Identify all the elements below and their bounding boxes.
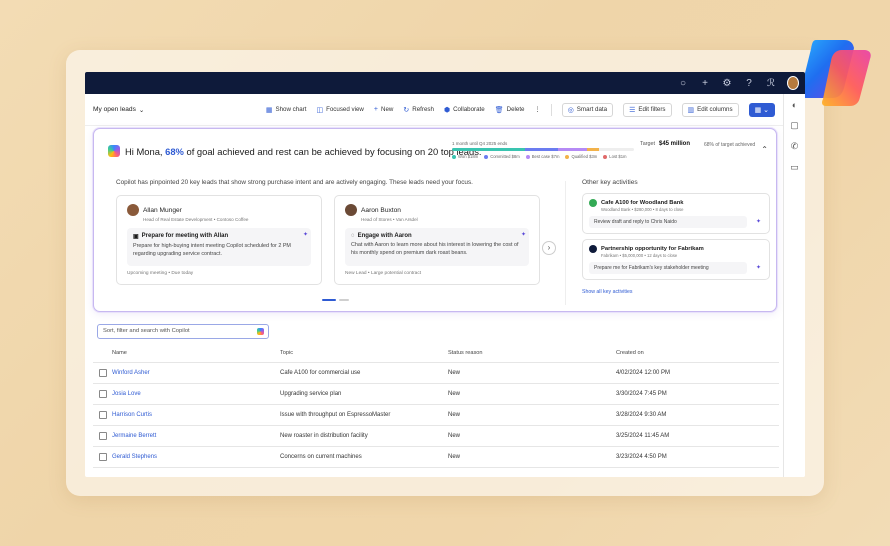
chat-icon[interactable]: ▭ [790, 162, 799, 173]
next-arrow-button[interactable]: › [542, 241, 556, 255]
crm-app-window: ○ + ⚙ ? ℛ My open leads ⌄ ▦ Show chart ◫ Fo… [85, 72, 805, 477]
column-header-status[interactable]: Status reason [448, 350, 616, 356]
row-checkbox[interactable] [99, 411, 107, 419]
lead-card[interactable]: Allan Munger Head of Real Estate Develop… [116, 195, 322, 285]
goal-progress: 1 month until Q4 2025 ends Won $18m Comm… [452, 141, 634, 159]
sparkle-icon: ✦ [520, 232, 526, 238]
refresh-button[interactable]: ↻ Refresh [403, 106, 434, 114]
chat-icon: ◌ [351, 233, 355, 239]
activity-card[interactable]: Partnership opportunity for Fabrikam Fab… [582, 239, 770, 280]
divider [565, 181, 566, 305]
filter-icon: ☰ [629, 106, 636, 114]
sparkle-icon: ✦ [755, 265, 761, 271]
columns-icon: ▥ [687, 106, 695, 114]
other-activities-heading: Other key activities [582, 179, 638, 186]
command-bar: My open leads ⌄ ▦ Show chart ◫ Focused view… [85, 94, 783, 126]
target-percent: 68% of target achieved [704, 142, 756, 148]
copilot-icon [108, 145, 120, 157]
help-icon[interactable]: ? [743, 78, 755, 89]
assist-icon[interactable]: ℛ [765, 78, 777, 89]
activity-action[interactable]: Review draft and reply to Chris Naido [589, 216, 747, 228]
smart-data-icon: ◎ [567, 106, 574, 114]
top-navigation-bar: ○ + ⚙ ? ℛ [85, 72, 805, 94]
chevron-down-icon: ⌄ [138, 106, 145, 114]
separator [550, 103, 552, 116]
new-button[interactable]: + New [374, 106, 393, 113]
calendar-icon: ▣ [133, 234, 139, 240]
focus-icon: ◫ [316, 106, 324, 114]
copilot-greeting: Hi Mona, 68% of goal achieved and rest c… [108, 145, 482, 157]
activity-icon [589, 199, 597, 207]
copilot-description: Copilot has pinpointed 20 key leads that… [116, 179, 473, 186]
carousel-dots [322, 299, 349, 301]
copilot-search-input[interactable]: Sort, filter and search with Copilot [97, 324, 269, 339]
activity-icon [589, 245, 597, 253]
more-options-icon[interactable]: ⋮ [535, 106, 541, 113]
lead-action[interactable]: ✦ ◌ Engage with Aaron Chat with Aaron to … [345, 228, 529, 266]
row-checkbox[interactable] [99, 453, 107, 461]
sparkle-icon: ✦ [755, 219, 761, 225]
copilot-logo-icon [800, 40, 871, 106]
chart-icon: ▦ [265, 106, 273, 114]
progress-bar [452, 148, 634, 151]
delete-button[interactable]: 🗑 Delete [495, 106, 525, 114]
notes-icon[interactable]: ▢ [790, 120, 799, 131]
table-row[interactable]: Josia Love Upgrading service plan New 3/30/… [93, 384, 779, 405]
lightbulb-icon[interactable]: ○ [677, 78, 689, 89]
smart-data-button[interactable]: ◎ Smart data [561, 102, 614, 117]
refresh-icon: ↻ [403, 106, 410, 114]
progress-caption: 1 month until Q4 2025 ends [452, 141, 508, 146]
column-header-topic[interactable]: Topic [280, 350, 448, 356]
user-avatar[interactable] [787, 76, 799, 90]
target-value: Target $45 million [640, 141, 690, 147]
view-selector[interactable]: My open leads ⌄ [93, 106, 144, 114]
edit-filters-button[interactable]: ☰ Edit filters [623, 102, 672, 117]
collaborate-button[interactable]: ⬢ Collaborate [444, 106, 485, 114]
plus-icon: + [373, 106, 378, 113]
show-all-activities-link[interactable]: Show all key activities [582, 289, 632, 295]
table-row[interactable]: Harrison Curtis Issue with throughput on … [93, 405, 779, 426]
column-header-created[interactable]: Created on [616, 350, 766, 356]
row-checkbox[interactable] [99, 369, 107, 377]
table-header: Name Topic Status reason Created on [93, 344, 779, 363]
table-row[interactable]: Winford Asher Cafe A100 for commercial us… [93, 363, 779, 384]
leads-table: Name Topic Status reason Created on Winf… [93, 344, 779, 468]
copilot-icon [257, 328, 264, 335]
collapse-chevron-icon[interactable]: ⌃ [761, 145, 768, 154]
progress-legend: Won $18m Committed $8m Best case $7m Qua… [452, 154, 634, 159]
lead-card[interactable]: Aaron Buxton Head of Stores • Van Arsdel… [334, 195, 540, 285]
activity-action[interactable]: Prepare me for Fabrikam's key stakeholde… [589, 262, 747, 274]
teams-icon: ⬢ [443, 106, 451, 114]
focused-view-button[interactable]: ◫ Focused view [316, 106, 363, 114]
settings-icon[interactable]: ⚙ [721, 78, 733, 89]
column-header-name[interactable]: Name [112, 350, 280, 356]
copilot-insights-card: Hi Mona, 68% of goal achieved and rest c… [93, 128, 777, 312]
phone-icon[interactable]: ✆ [791, 141, 799, 152]
avatar [127, 204, 139, 216]
edit-columns-button[interactable]: ▥ Edit columns [681, 102, 739, 117]
activity-card[interactable]: Cafe A100 for Woodland Bank Woodland Ban… [582, 193, 770, 234]
grid-view-icon: ▦ ⌄ [754, 106, 769, 114]
avatar [345, 204, 357, 216]
lead-action[interactable]: ✦ ▣ Prepare for meeting with Allan Prepar… [127, 228, 311, 266]
right-side-rail: ◐ ▢ ✆ ▭ [783, 94, 805, 477]
view-toggle-button[interactable]: ▦ ⌄ [748, 102, 775, 117]
table-row[interactable]: Gerald Stephens Concerns on current machi… [93, 447, 779, 468]
table-row[interactable]: Jermaine Berrett New roaster in distribut… [93, 426, 779, 447]
row-checkbox[interactable] [99, 390, 107, 398]
trash-icon: 🗑 [494, 106, 504, 114]
add-icon[interactable]: + [699, 78, 711, 89]
show-chart-button[interactable]: ▦ Show chart [266, 106, 307, 114]
row-checkbox[interactable] [99, 432, 107, 440]
copilot-pane-icon[interactable]: ◐ [792, 100, 797, 110]
sparkle-icon: ✦ [302, 232, 308, 238]
